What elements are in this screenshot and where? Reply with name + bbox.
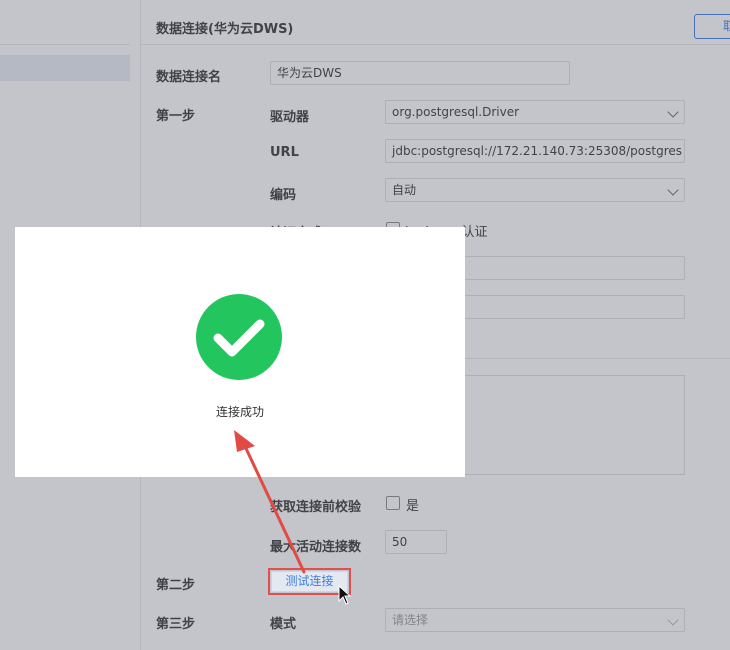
success-message: 连接成功 bbox=[215, 405, 264, 419]
check-icon bbox=[213, 319, 265, 357]
check-circle-icon bbox=[196, 294, 282, 380]
success-dialog: 连接成功 bbox=[15, 227, 465, 477]
mouse-cursor-icon bbox=[338, 585, 352, 605]
